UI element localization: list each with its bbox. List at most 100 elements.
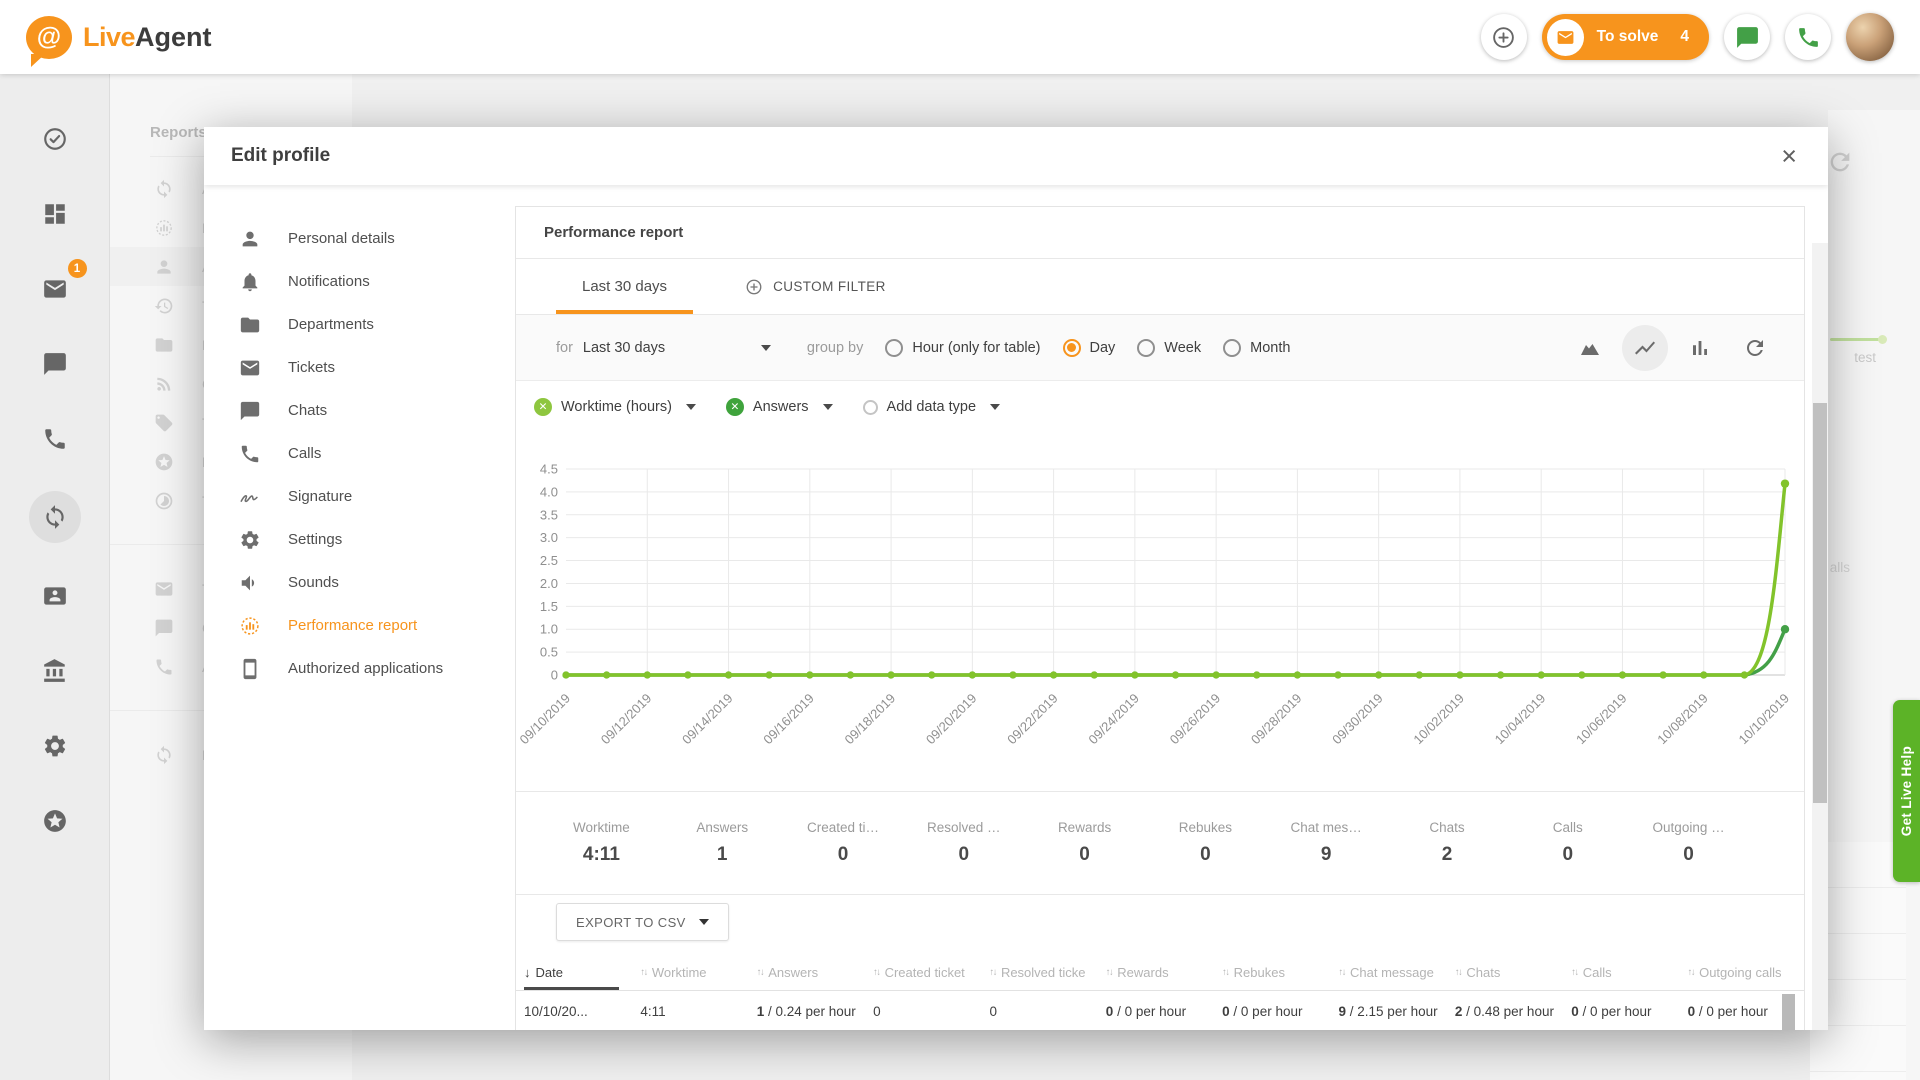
profile-nav-performance-report[interactable]: Performance report	[204, 604, 494, 647]
svg-text:10/06/2019: 10/06/2019	[1573, 691, 1630, 748]
grid-icon	[42, 201, 68, 227]
data-type-chip[interactable]: ✕Answers	[726, 398, 833, 416]
profile-nav-settings[interactable]: Settings	[204, 518, 494, 561]
column-header-date[interactable]: ↓Date	[524, 955, 640, 990]
profile-nav: Personal detailsNotificationsDepartments…	[204, 185, 494, 1030]
pen-icon	[239, 486, 261, 508]
sidebar-item-bank[interactable]	[29, 648, 81, 693]
chat-icon	[1735, 25, 1760, 50]
profile-nav-notifications[interactable]: Notifications	[204, 260, 494, 303]
contact-card-icon	[42, 583, 68, 609]
sidebar-item-star-circle[interactable]	[29, 798, 81, 843]
profile-nav-signature[interactable]: Signature	[204, 475, 494, 518]
svg-text:2.0: 2.0	[540, 576, 558, 591]
date-range-select[interactable]: Last 30 days	[583, 340, 771, 356]
sidebar-item-grid[interactable]	[29, 191, 81, 236]
stat-chats: Chats2	[1387, 820, 1508, 866]
logo-text-agent: Agent	[135, 22, 212, 52]
stat-value: 0	[1507, 844, 1628, 866]
column-header-created-ticket[interactable]: ↑↓Created ticket	[873, 955, 989, 990]
group-by-option-day[interactable]: Day	[1063, 339, 1116, 357]
svg-text:09/22/2019: 09/22/2019	[1004, 691, 1061, 748]
stat-label: Rewards	[1024, 820, 1145, 835]
profile-nav-personal-details[interactable]: Personal details	[204, 217, 494, 260]
user-avatar[interactable]	[1846, 13, 1894, 61]
svg-text:3.0: 3.0	[540, 530, 558, 545]
area-chart-view-button[interactable]	[1567, 325, 1613, 371]
sidebar-item-check-circle[interactable]	[29, 116, 81, 161]
profile-nav-sounds[interactable]: Sounds	[204, 561, 494, 604]
star-circle-icon	[42, 808, 68, 834]
sidebar-item-contact-card[interactable]	[29, 573, 81, 618]
group-by-option-hour[interactable]: Hour (only for table)	[885, 339, 1040, 357]
svg-text:1.5: 1.5	[540, 599, 558, 614]
profile-nav-label: Settings	[288, 531, 342, 548]
data-type-chip[interactable]: ✕Worktime (hours)	[534, 398, 696, 416]
sidebar-item-sync[interactable]	[29, 491, 81, 543]
chats-button[interactable]	[1724, 14, 1770, 60]
add-data-type-chip[interactable]: Add data type	[863, 399, 1001, 415]
sidebar-item-phone[interactable]	[29, 416, 81, 461]
sidebar-item-mail[interactable]: 1	[29, 266, 81, 311]
for-label: for	[556, 340, 573, 356]
column-header-chats[interactable]: ↑↓Chats	[1455, 955, 1571, 990]
tab-custom-filter[interactable]: CUSTOM FILTER	[719, 259, 912, 314]
plus-circle-icon	[1491, 25, 1516, 50]
tab-last-30-days[interactable]: Last 30 days	[556, 259, 693, 314]
radio-icon	[863, 400, 878, 415]
table-row[interactable]: 10/10/20...4:111 / 0.24 per hour000 / 0 …	[516, 991, 1804, 1030]
chevron-down-icon[interactable]	[686, 404, 696, 410]
remove-icon[interactable]: ✕	[726, 398, 744, 416]
sidebar-item-gear[interactable]	[29, 723, 81, 768]
radio-icon	[1223, 339, 1241, 357]
sidebar-item-chat[interactable]	[29, 341, 81, 386]
to-solve-label: To solve	[1597, 28, 1659, 46]
svg-text:09/18/2019: 09/18/2019	[842, 691, 899, 748]
export-to-csv-button[interactable]: EXPORT TO CSV	[556, 903, 729, 941]
profile-nav-authorized-applications[interactable]: Authorized applications	[204, 647, 494, 690]
table-cell: 2 / 0.48 per hour	[1455, 1004, 1571, 1019]
bar-chart-view-button[interactable]	[1677, 325, 1723, 371]
main-sidebar: 1	[0, 74, 110, 1080]
column-header-rebukes[interactable]: ↑↓Rebukes	[1222, 955, 1338, 990]
to-solve-button[interactable]: To solve 4	[1542, 14, 1709, 60]
profile-nav-chats[interactable]: Chats	[204, 389, 494, 432]
chevron-down-icon[interactable]	[823, 404, 833, 410]
table-body: 10/10/20...4:111 / 0.24 per hour000 / 0 …	[516, 991, 1804, 1030]
remove-icon[interactable]: ✕	[534, 398, 552, 416]
report-tabs: Last 30 days CUSTOM FILTER	[516, 259, 1804, 315]
line-chart-view-button[interactable]	[1622, 325, 1668, 371]
column-header-answers[interactable]: ↑↓Answers	[757, 955, 873, 990]
table-scrollbar-thumb[interactable]	[1782, 994, 1795, 1030]
column-header-outgoing-calls[interactable]: ↑↓Outgoing calls	[1688, 955, 1804, 990]
sync-icon	[42, 504, 68, 530]
column-header-calls[interactable]: ↑↓Calls	[1571, 955, 1687, 990]
modal-scrollbar-thumb[interactable]	[1813, 403, 1827, 803]
modal-scrollbar[interactable]	[1812, 243, 1828, 1030]
column-header-rewards[interactable]: ↑↓Rewards	[1106, 955, 1222, 990]
profile-nav-departments[interactable]: Departments	[204, 303, 494, 346]
column-header-worktime[interactable]: ↑↓Worktime	[640, 955, 756, 990]
sort-icon: ↑↓	[1455, 967, 1462, 978]
group-by-option-week[interactable]: Week	[1137, 339, 1201, 357]
stat-calls: Calls0	[1507, 820, 1628, 866]
report-table: ↓Date↑↓Worktime↑↓Answers↑↓Created ticket…	[516, 955, 1804, 1030]
column-label: Rebukes	[1234, 965, 1285, 980]
get-live-help-button[interactable]: Get Live Help	[1893, 700, 1920, 882]
group-by-option-month[interactable]: Month	[1223, 339, 1290, 357]
unread-badge: 1	[68, 259, 87, 278]
stat-label: Outgoing …	[1628, 820, 1749, 835]
profile-nav-tickets[interactable]: Tickets	[204, 346, 494, 389]
add-new-button[interactable]	[1481, 14, 1527, 60]
refresh-view-button[interactable]	[1732, 325, 1778, 371]
svg-text:10/10/2019: 10/10/2019	[1735, 691, 1792, 748]
profile-nav-calls[interactable]: Calls	[204, 432, 494, 475]
column-header-chat-message[interactable]: ↑↓Chat message	[1339, 955, 1455, 990]
stat-resolved: Resolved …0	[903, 820, 1024, 866]
column-header-resolved-ticke[interactable]: ↑↓Resolved ticke	[989, 955, 1105, 990]
filter-bar: for Last 30 days group by Hour (only for…	[516, 315, 1804, 381]
table-cell: 4:11	[640, 1004, 756, 1019]
close-icon[interactable]: ×	[1781, 143, 1797, 170]
calls-button[interactable]	[1785, 14, 1831, 60]
chevron-down-icon[interactable]	[990, 404, 1000, 410]
